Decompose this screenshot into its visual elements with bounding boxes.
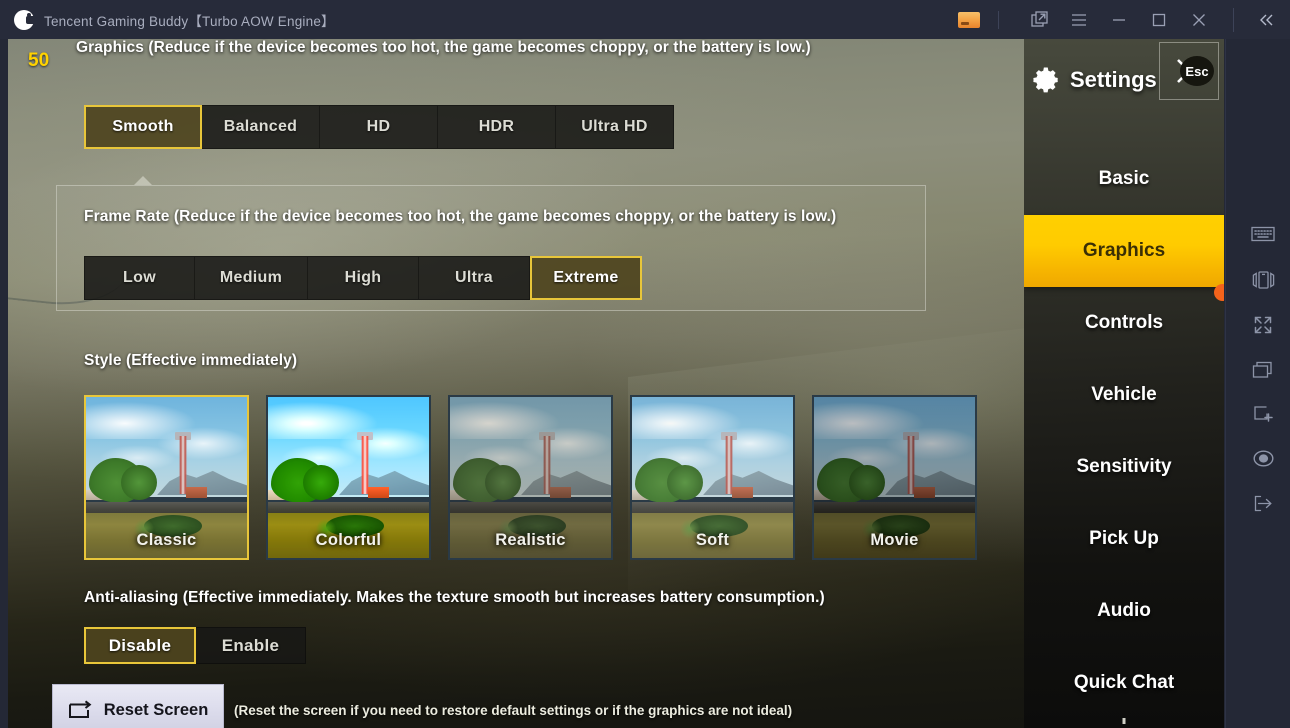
sidebar-item-label: Vehicle <box>1091 384 1157 405</box>
right-toolbar <box>1225 39 1290 728</box>
collapse-chevrons-icon[interactable] <box>1244 0 1290 39</box>
esc-key-badge: Esc <box>1180 56 1214 86</box>
style-label: Realistic <box>495 531 566 549</box>
anti-aliasing-option-enable[interactable]: Enable <box>196 627 306 664</box>
frame-rate-option-extreme[interactable]: Extreme <box>530 256 642 300</box>
settings-close-button[interactable]: Esc <box>1159 42 1219 100</box>
graphics-settings-content: Graphics (Reduce if the device becomes t… <box>8 39 1024 728</box>
titlebar-divider <box>998 10 999 29</box>
sidebar-item-audio[interactable]: Audio <box>1024 575 1224 647</box>
style-title: Style (Effective immediately) <box>84 352 298 369</box>
anti-aliasing-options: Disable Enable <box>84 627 306 664</box>
multi-window-icon[interactable] <box>1241 348 1285 392</box>
gear-icon <box>1033 67 1058 93</box>
frame-rate-options: Low Medium High Ultra Extreme <box>84 256 642 300</box>
fullscreen-icon[interactable] <box>1241 303 1285 347</box>
anti-aliasing-title: Anti-aliasing (Effective immediately. Ma… <box>84 589 825 606</box>
sidebar-item-label: Quick Chat <box>1073 672 1175 693</box>
window-titlebar: Tencent Gaming Buddy【Turbo AOW Engine】 <box>0 0 1290 39</box>
graphics-quality-option-ultra-hd[interactable]: Ultra HD <box>556 105 674 149</box>
style-option-classic[interactable]: Classic <box>84 395 249 560</box>
frame-rate-option-medium[interactable]: Medium <box>195 256 308 300</box>
add-window-icon[interactable] <box>1241 392 1285 436</box>
style-label: Soft <box>695 531 730 549</box>
settings-title: Settings <box>1070 67 1157 92</box>
exit-icon[interactable] <box>1241 481 1285 525</box>
phone-rotate-icon[interactable] <box>1241 258 1285 302</box>
graphics-quality-option-hd[interactable]: HD <box>320 105 438 149</box>
reset-screen-row: Reset Screen (Reset the screen if you ne… <box>52 684 792 728</box>
sidebar-item-sensitivity[interactable]: Sensitivity <box>1024 431 1224 503</box>
sidebar-item-pick-up[interactable]: Pick Up <box>1024 503 1224 575</box>
popout-icon[interactable] <box>1019 0 1059 39</box>
sidebar-item-controls[interactable]: Controls <box>1024 287 1224 359</box>
style-label: Classic <box>136 531 197 549</box>
reset-screen-label: Reset Screen <box>103 700 209 719</box>
sidebar-scroll-indicator <box>1122 718 1126 724</box>
settings-nav: Basic Graphics Controls Vehicle Sensitiv… <box>1024 143 1224 719</box>
frame-rate-option-low[interactable]: Low <box>84 256 195 300</box>
frame-rate-option-ultra[interactable]: Ultra <box>419 256 530 300</box>
titlebar-controls <box>958 0 1290 39</box>
sidebar-item-basic[interactable]: Basic <box>1024 143 1224 215</box>
style-label: Colorful <box>315 531 382 549</box>
tencent-gaming-buddy-logo-icon <box>14 9 35 30</box>
sidebar-item-label: Basic <box>1098 168 1150 189</box>
sidebar-item-graphics[interactable]: Graphics <box>1024 215 1224 301</box>
payment-card-icon[interactable] <box>958 11 980 28</box>
style-option-realistic[interactable]: Realistic <box>448 395 613 560</box>
style-options: Classic Colorful Realistic Soft Movie <box>84 395 977 560</box>
settings-sidebar: Settings Esc Basic Graphics Controls Veh… <box>1024 39 1224 728</box>
sidebar-item-vehicle[interactable]: Vehicle <box>1024 359 1224 431</box>
window-title: Tencent Gaming Buddy【Turbo AOW Engine】 <box>44 13 335 29</box>
style-option-soft[interactable]: Soft <box>630 395 795 560</box>
sidebar-item-label: Sensitivity <box>1076 456 1172 477</box>
graphics-quality-option-hdr[interactable]: HDR <box>438 105 556 149</box>
keyboard-icon[interactable] <box>1241 212 1285 256</box>
graphics-quality-options: Smooth Balanced HD HDR Ultra HD <box>84 105 674 149</box>
maximize-icon[interactable] <box>1139 0 1179 39</box>
graphics-quality-title: Graphics (Reduce if the device becomes t… <box>76 39 811 56</box>
reset-screen-icon <box>68 700 92 718</box>
style-label: Movie <box>870 531 919 549</box>
game-viewport: 50 Graphics (Reduce if the device become… <box>8 39 1224 728</box>
titlebar-divider-2 <box>1233 7 1234 32</box>
frame-rate-title: Frame Rate (Reduce if the device becomes… <box>84 208 837 225</box>
anti-aliasing-option-disable[interactable]: Disable <box>84 627 196 664</box>
reset-screen-button[interactable]: Reset Screen <box>52 684 224 728</box>
close-icon[interactable] <box>1179 0 1219 39</box>
frame-rate-pointer <box>134 176 152 185</box>
sidebar-item-label: Pick Up <box>1089 528 1159 549</box>
graphics-quality-option-smooth[interactable]: Smooth <box>84 105 202 149</box>
sidebar-item-label: Audio <box>1097 600 1151 621</box>
style-option-movie[interactable]: Movie <box>812 395 977 560</box>
sidebar-item-label: Graphics <box>1082 240 1166 261</box>
frame-rate-option-high[interactable]: High <box>308 256 419 300</box>
style-option-colorful[interactable]: Colorful <box>266 395 431 560</box>
record-icon[interactable] <box>1241 436 1285 480</box>
sidebar-item-label: Controls <box>1084 312 1164 333</box>
minimize-icon[interactable] <box>1099 0 1139 39</box>
reset-screen-note: (Reset the screen if you need to restore… <box>234 702 793 718</box>
sidebar-item-quick-chat[interactable]: Quick Chat <box>1024 647 1224 719</box>
graphics-quality-option-balanced[interactable]: Balanced <box>202 105 320 149</box>
hamburger-menu-icon[interactable] <box>1059 0 1099 39</box>
